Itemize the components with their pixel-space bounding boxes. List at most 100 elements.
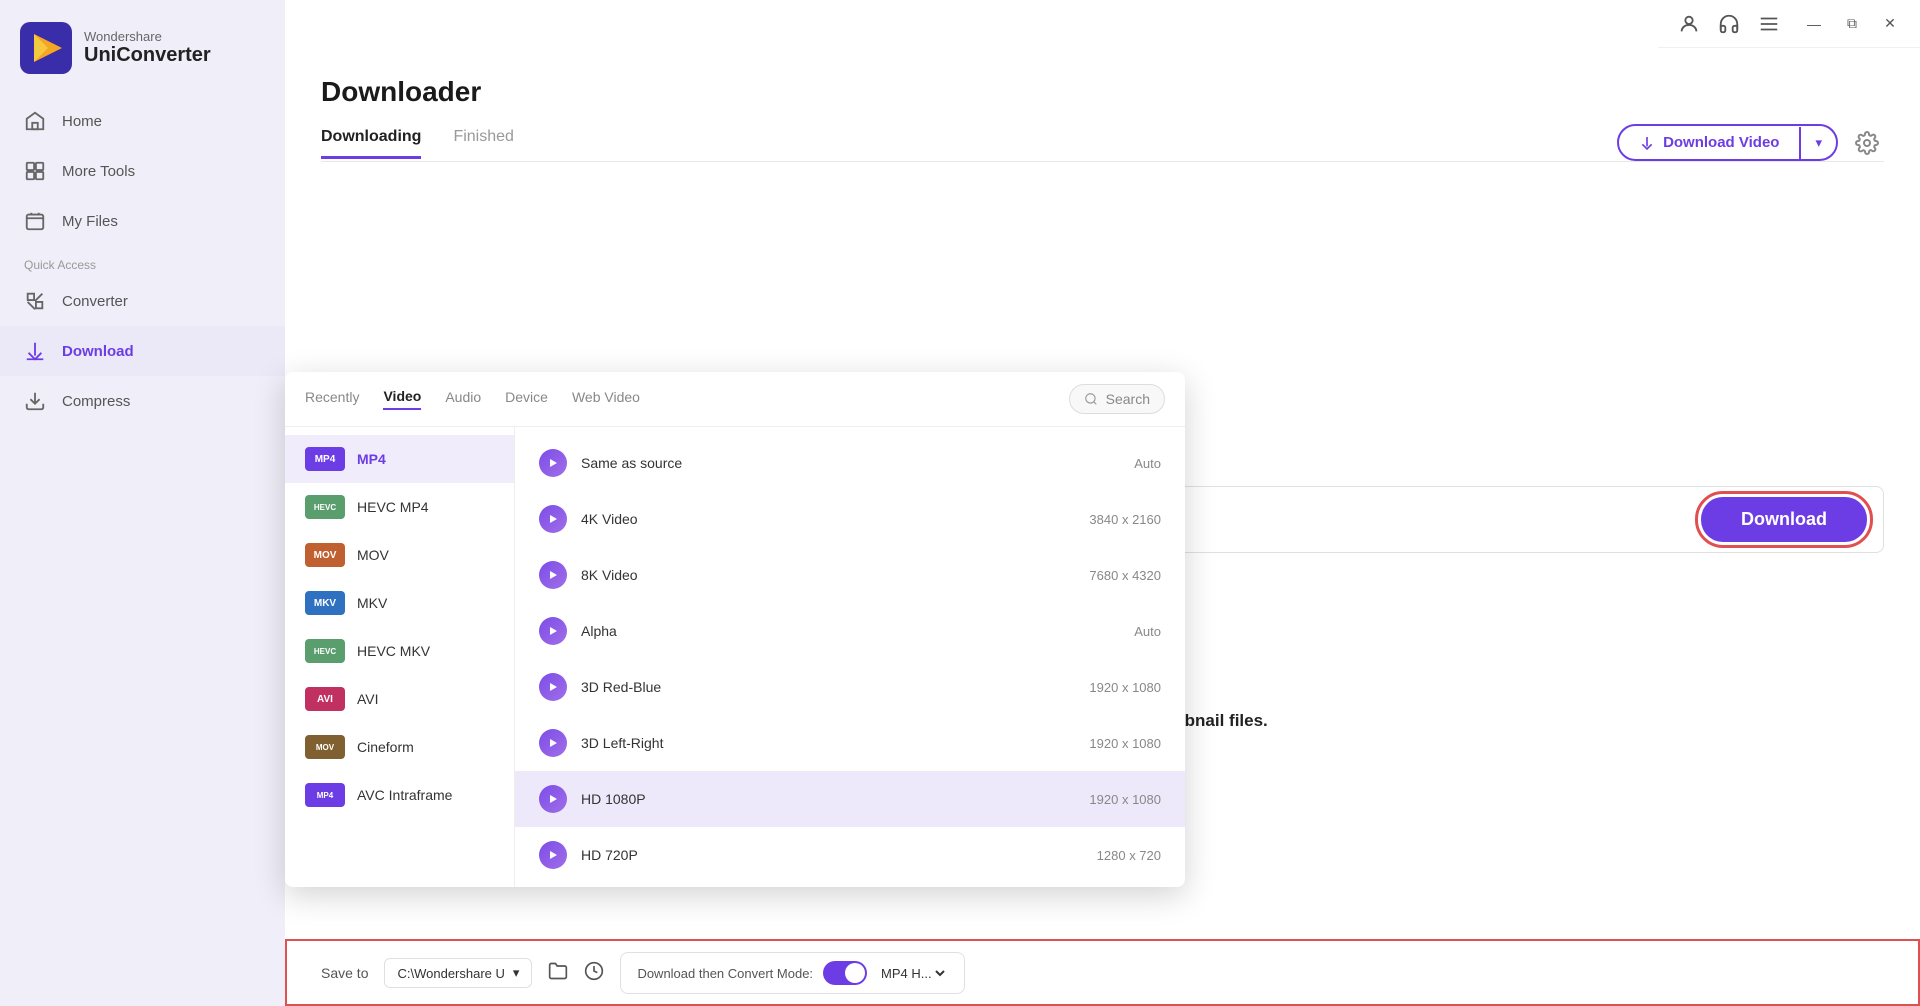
more-tools-icon — [24, 160, 46, 182]
close-button[interactable]: ✕ — [1880, 14, 1900, 34]
quality-res-hd-720p: 1280 x 720 — [1097, 848, 1161, 863]
sidebar-item-compress-label: Compress — [62, 393, 130, 410]
format-badge-cineform: MOV — [305, 735, 345, 759]
quality-item-3d-red-blue[interactable]: 3D Red-Blue 1920 x 1080 — [515, 659, 1185, 715]
logo-area: Wondershare UniConverter — [0, 0, 285, 96]
quality-item-hd-1080p[interactable]: HD 1080P 1920 x 1080 — [515, 771, 1185, 827]
format-item-hevc-mkv[interactable]: HEVC HEVC MKV — [285, 627, 514, 675]
sidebar-item-more-tools[interactable]: More Tools — [0, 146, 285, 196]
content-area: Recently Video Audio Device Web Video Se… — [285, 162, 1920, 939]
format-dropdown: Recently Video Audio Device Web Video Se… — [285, 372, 1185, 887]
convert-mode-toggle[interactable] — [823, 961, 867, 985]
quality-icon-alpha — [539, 617, 567, 645]
dropdown-tab-video[interactable]: Video — [383, 388, 421, 410]
download-button[interactable]: Download — [1701, 497, 1867, 542]
dropdown-tab-device[interactable]: Device — [505, 389, 548, 409]
sidebar-item-my-files[interactable]: My Files — [0, 196, 285, 246]
menu-icon[interactable] — [1758, 13, 1780, 35]
search-placeholder: Search — [1106, 391, 1150, 407]
quality-res-4k: 3840 x 2160 — [1089, 512, 1161, 527]
quality-icon-8k — [539, 561, 567, 589]
format-label-mov: MOV — [357, 547, 389, 563]
quality-item-same-as-source[interactable]: Same as source Auto — [515, 435, 1185, 491]
dropdown-top-bar: Recently Video Audio Device Web Video Se… — [285, 372, 1185, 427]
format-item-avc-intraframe[interactable]: MP4 AVC Intraframe — [285, 771, 514, 819]
quality-item-4k[interactable]: 4K Video 3840 x 2160 — [515, 491, 1185, 547]
format-item-mp4[interactable]: MP4 MP4 — [285, 435, 514, 483]
download-video-label: Download Video — [1663, 134, 1779, 151]
quality-icon-hd-720p — [539, 841, 567, 869]
format-badge-avi: AVI — [305, 687, 345, 711]
format-item-hevc-mp4[interactable]: HEVC HEVC MP4 — [285, 483, 514, 531]
headphones-icon[interactable] — [1718, 13, 1740, 35]
dropdown-tab-audio[interactable]: Audio — [445, 389, 481, 409]
sidebar-item-compress[interactable]: Compress — [0, 376, 285, 426]
sidebar-item-home-label: Home — [62, 113, 102, 130]
sidebar-item-converter[interactable]: Converter — [0, 276, 285, 326]
sidebar-item-my-files-label: My Files — [62, 213, 118, 230]
dropdown-tab-web-video[interactable]: Web Video — [572, 389, 640, 409]
minimize-button[interactable]: — — [1804, 14, 1824, 34]
quality-icon-4k — [539, 505, 567, 533]
compress-icon — [24, 390, 46, 412]
quality-icon-3d-left-right — [539, 729, 567, 757]
quality-res-hd-1080p: 1920 x 1080 — [1089, 792, 1161, 807]
download-video-dropdown-arrow[interactable]: ▾ — [1799, 127, 1836, 159]
tab-downloading[interactable]: Downloading — [321, 128, 421, 159]
quality-name-same-as-source: Same as source — [581, 455, 1120, 471]
quality-name-8k: 8K Video — [581, 567, 1075, 583]
convert-mode-area: Download then Convert Mode: MP4 H... — [620, 952, 965, 994]
format-item-cineform[interactable]: MOV Cineform — [285, 723, 514, 771]
dropdown-tab-recently[interactable]: Recently — [305, 389, 359, 409]
quality-item-alpha[interactable]: Alpha Auto — [515, 603, 1185, 659]
quality-list: Same as source Auto 4K Video 3840 x 2160 — [515, 427, 1185, 887]
format-label-avi: AVI — [357, 691, 379, 707]
quality-res-3d-red-blue: 1920 x 1080 — [1089, 680, 1161, 695]
quality-name-hd-720p: HD 720P — [581, 847, 1083, 863]
quality-item-hd-720p[interactable]: HD 720P 1280 x 720 — [515, 827, 1185, 883]
quality-name-3d-red-blue: 3D Red-Blue — [581, 679, 1075, 695]
tabs-row: Downloading Finished Download Video ▾ — [321, 124, 1884, 162]
download-video-button[interactable]: Download Video ▾ — [1617, 124, 1838, 161]
sidebar-item-downloader[interactable]: Download — [0, 326, 285, 376]
tab-finished[interactable]: Finished — [453, 128, 513, 159]
format-item-mov[interactable]: MOV MOV — [285, 531, 514, 579]
dropdown-body: MP4 MP4 HEVC HEVC MP4 MOV MOV MKV MKV — [285, 427, 1185, 887]
main-content: — ⧉ ✕ Downloader Downloading Finished Do… — [285, 0, 1920, 1006]
format-badge-hevc-mkv: HEVC — [305, 639, 345, 663]
quality-item-3d-left-right[interactable]: 3D Left-Right 1920 x 1080 — [515, 715, 1185, 771]
quality-item-8k[interactable]: 8K Video 7680 x 4320 — [515, 547, 1185, 603]
downloader-icon — [24, 340, 46, 362]
logo-brand: Wondershare — [84, 29, 211, 44]
format-item-mkv[interactable]: MKV MKV — [285, 579, 514, 627]
path-selector[interactable]: C:\Wondershare U ▾ — [384, 958, 532, 988]
sidebar-item-converter-label: Converter — [62, 293, 128, 310]
format-label-cineform: Cineform — [357, 739, 414, 755]
quality-res-alpha: Auto — [1134, 624, 1161, 639]
quality-icon-3d-red-blue — [539, 673, 567, 701]
format-badge-hevc-mp4: HEVC — [305, 495, 345, 519]
maximize-button[interactable]: ⧉ — [1842, 14, 1862, 34]
format-label-mp4: MP4 — [357, 451, 386, 467]
format-select[interactable]: MP4 H... — [877, 965, 948, 982]
format-badge-mp4: MP4 — [305, 447, 345, 471]
format-item-avi[interactable]: AVI AVI — [285, 675, 514, 723]
quick-access-label: Quick Access — [0, 246, 285, 276]
my-files-icon — [24, 210, 46, 232]
format-badge-mkv: MKV — [305, 591, 345, 615]
format-search-box[interactable]: Search — [1069, 384, 1165, 414]
folder-open-icon[interactable] — [548, 961, 568, 986]
converter-icon — [24, 290, 46, 312]
header-right: Download Video ▾ — [1617, 124, 1884, 161]
settings-button[interactable] — [1850, 126, 1884, 160]
sidebar-item-home[interactable]: Home — [0, 96, 285, 146]
format-label-avc-intraframe: AVC Intraframe — [357, 787, 452, 803]
format-label-hevc-mkv: HEVC MKV — [357, 643, 430, 659]
quality-name-alpha: Alpha — [581, 623, 1120, 639]
user-icon[interactable] — [1678, 13, 1700, 35]
app-logo-icon — [20, 22, 72, 74]
history-icon[interactable] — [584, 961, 604, 986]
sidebar-item-more-tools-label: More Tools — [62, 163, 135, 180]
quality-res-3d-left-right: 1920 x 1080 — [1089, 736, 1161, 751]
download-video-btn-main[interactable]: Download Video — [1619, 126, 1799, 159]
